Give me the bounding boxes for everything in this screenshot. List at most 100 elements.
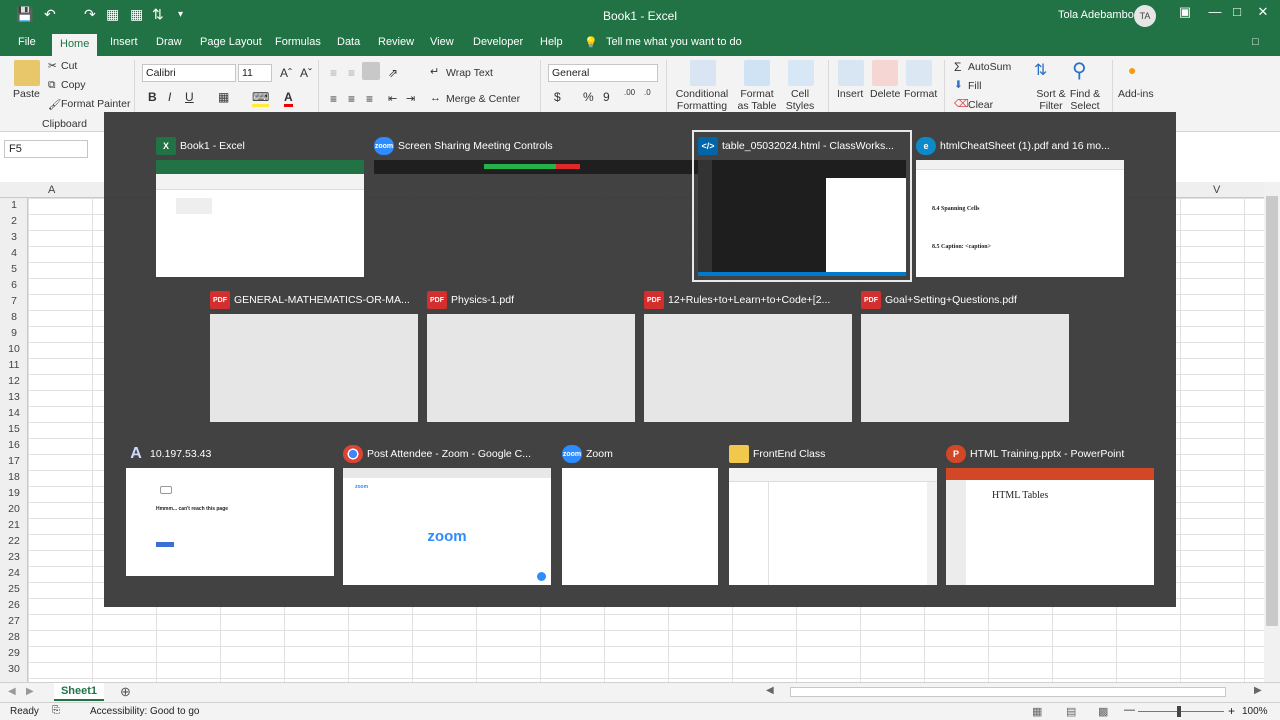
tab-help[interactable]: Help — [540, 36, 563, 48]
align-middle-icon[interactable]: ≡ — [348, 66, 355, 80]
find-select-button[interactable]: Find & Select — [1064, 88, 1106, 112]
tab-insert[interactable]: Insert — [110, 36, 138, 48]
switcher-window-pdf-goals[interactable]: PDF Goal+Setting+Questions.pdf — [861, 291, 1069, 422]
zoom-level[interactable]: 100% — [1242, 706, 1268, 717]
row-header[interactable]: 27 — [0, 615, 28, 627]
zoom-in-icon[interactable]: + — [1228, 704, 1235, 718]
row-header[interactable]: 11 — [0, 359, 28, 371]
scroll-left-icon[interactable]: ◀ — [766, 685, 774, 696]
clear-button[interactable]: Clear — [968, 99, 993, 111]
column-header-v[interactable]: V — [1213, 184, 1220, 196]
paste-icon[interactable] — [14, 60, 40, 86]
cut-button[interactable]: Cut — [61, 60, 77, 72]
avatar[interactable]: TA — [1134, 5, 1156, 27]
prev-sheet-icon[interactable]: ◀ — [8, 686, 16, 697]
add-ins-button[interactable]: Add-ins — [1118, 88, 1154, 100]
wrap-text-button[interactable]: Wrap Text — [446, 67, 493, 79]
percent-icon[interactable]: % — [583, 90, 594, 104]
new-sheet-icon[interactable]: ⊕ — [120, 684, 131, 700]
font-size-select[interactable]: 11 — [238, 64, 272, 82]
vertical-scroll-thumb[interactable] — [1266, 196, 1278, 626]
format-cells-button[interactable]: Format — [904, 88, 937, 100]
comma-icon[interactable]: 9 — [603, 90, 610, 104]
align-top-icon[interactable]: ≡ — [330, 66, 337, 80]
fill-button[interactable]: Fill — [968, 80, 981, 92]
zoom-out-icon[interactable]: — — [1124, 704, 1135, 716]
switcher-window-powerpoint[interactable]: P HTML Training.pptx - PowerPoint HTML T… — [946, 445, 1154, 585]
row-header[interactable]: 29 — [0, 647, 28, 659]
align-right-icon[interactable]: ≡ — [366, 92, 373, 106]
row-header[interactable]: 3 — [0, 231, 28, 243]
row-header[interactable]: 17 — [0, 455, 28, 467]
tab-file[interactable]: File — [18, 36, 36, 48]
name-box[interactable]: F5 — [4, 140, 88, 158]
row-header[interactable]: 10 — [0, 343, 28, 355]
horizontal-scrollbar[interactable] — [790, 687, 1226, 697]
insert-cells-button[interactable]: Insert — [837, 88, 863, 100]
decrease-decimal-icon[interactable]: .0 — [644, 88, 651, 97]
switcher-window-pdf-rules[interactable]: PDF 12+Rules+to+Learn+to+Code+[2... — [644, 291, 852, 422]
row-header[interactable]: 24 — [0, 567, 28, 579]
number-format-select[interactable]: General — [548, 64, 658, 82]
autosum-button[interactable]: AutoSum — [968, 61, 1011, 73]
normal-view-icon[interactable]: ▦ — [1032, 705, 1042, 718]
row-header[interactable]: 4 — [0, 247, 28, 259]
row-header[interactable]: 8 — [0, 311, 28, 323]
page-layout-view-icon[interactable]: ▤ — [1066, 705, 1076, 718]
row-header[interactable]: 22 — [0, 535, 28, 547]
row-header[interactable]: 15 — [0, 423, 28, 435]
align-center-icon[interactable]: ≡ — [348, 92, 355, 106]
decrease-font-icon[interactable]: Aˇ — [300, 66, 312, 80]
tab-view[interactable]: View — [430, 36, 454, 48]
tab-draw[interactable]: Draw — [156, 36, 182, 48]
row-header[interactable]: 5 — [0, 263, 28, 275]
align-bottom-icon[interactable] — [362, 62, 380, 80]
merge-center-button[interactable]: Merge & Center — [446, 93, 520, 105]
tab-formulas[interactable]: Formulas — [275, 36, 321, 48]
zoom-slider-thumb[interactable] — [1177, 706, 1181, 717]
switcher-window-pdf-physics[interactable]: PDF Physics-1.pdf — [427, 291, 635, 422]
row-header[interactable]: 9 — [0, 327, 28, 339]
row-header[interactable]: 25 — [0, 583, 28, 595]
orientation-icon[interactable]: ⇗ — [388, 66, 398, 80]
row-header[interactable]: 2 — [0, 215, 28, 227]
tab-page-layout[interactable]: Page Layout — [200, 36, 262, 48]
switcher-window-remote-desktop[interactable]: A 10.197.53.43 Hmmm... can't reach this … — [126, 445, 334, 576]
row-header[interactable]: 7 — [0, 295, 28, 307]
zoom-slider[interactable] — [1138, 711, 1224, 712]
underline-icon[interactable]: U — [185, 90, 194, 104]
switcher-window-zoom-controls[interactable]: zoom Screen Sharing Meeting Controls — [374, 137, 810, 208]
tab-developer[interactable]: Developer — [473, 36, 523, 48]
row-header[interactable]: 14 — [0, 407, 28, 419]
comments-icon[interactable]: □ — [1252, 36, 1259, 48]
row-header[interactable]: 13 — [0, 391, 28, 403]
switcher-window-edge-pdf[interactable]: e htmlCheatSheet (1).pdf and 16 mo... 8.… — [916, 137, 1126, 278]
switcher-window-zoom[interactable]: zoom Zoom — [562, 445, 718, 585]
copy-button[interactable]: Copy — [61, 79, 86, 91]
italic-icon[interactable]: I — [168, 90, 171, 104]
cell-styles-button[interactable]: Cell Styles — [782, 88, 818, 112]
page-break-view-icon[interactable]: ▩ — [1098, 705, 1108, 718]
next-sheet-icon[interactable]: ▶ — [26, 686, 34, 697]
switcher-window-chrome-zoom[interactable]: Post Attendee - Zoom - Google C... zoom … — [343, 445, 551, 585]
row-header[interactable]: 26 — [0, 599, 28, 611]
minimize-icon[interactable]: — — [1204, 4, 1226, 19]
font-color-icon[interactable]: A — [284, 90, 293, 107]
row-header[interactable]: 16 — [0, 439, 28, 451]
switcher-window-frontend-folder[interactable]: FrontEnd Class — [729, 445, 937, 585]
accessibility-status[interactable]: Accessibility: Good to go — [90, 706, 200, 717]
sheet-tab-sheet1[interactable]: Sheet1 — [54, 683, 104, 701]
bold-icon[interactable]: B — [148, 90, 157, 104]
fill-color-icon[interactable]: ⌨ — [252, 90, 270, 107]
row-header[interactable]: 21 — [0, 519, 28, 531]
scroll-right-icon[interactable]: ▶ — [1254, 685, 1262, 696]
increase-decimal-icon[interactable]: .00 — [624, 88, 635, 97]
tab-data[interactable]: Data — [337, 36, 360, 48]
conditional-formatting-button[interactable]: Conditional Formatting — [674, 88, 730, 112]
tell-me-search[interactable]: Tell me what you want to do — [606, 36, 742, 48]
tab-review[interactable]: Review — [378, 36, 414, 48]
increase-font-icon[interactable]: Aˆ — [280, 66, 292, 80]
tab-home[interactable]: Home — [52, 34, 98, 56]
font-name-select[interactable]: Calibri — [142, 64, 236, 82]
maximize-icon[interactable]: □ — [1226, 4, 1248, 19]
